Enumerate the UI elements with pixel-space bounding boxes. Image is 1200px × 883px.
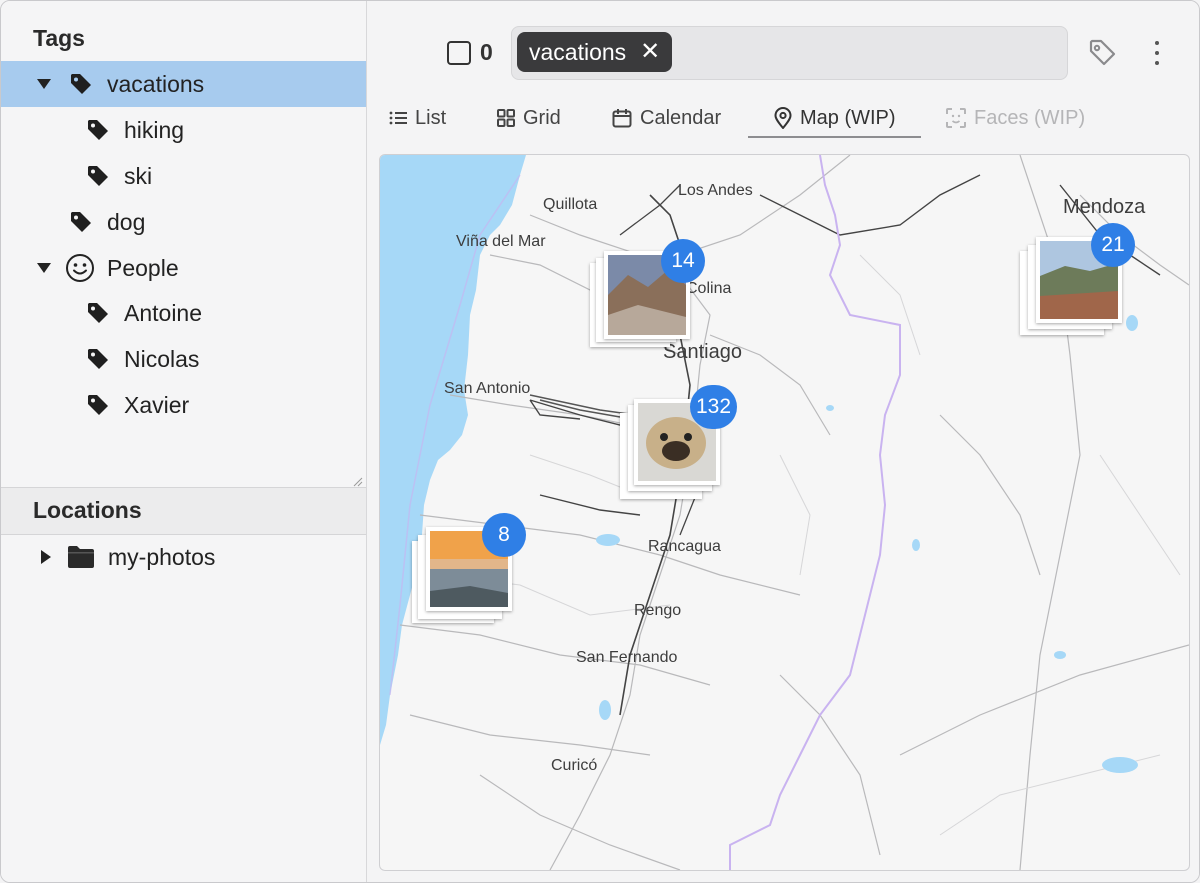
list-icon (389, 111, 407, 125)
cluster-count-badge: 132 (690, 385, 738, 429)
tab-label: Grid (523, 106, 561, 129)
tree-item-label: Nicolas (124, 345, 200, 372)
photo-cluster[interactable]: 14 (590, 239, 708, 355)
city-label: Rengo (634, 602, 682, 619)
locations-section-header: Locations (1, 487, 366, 535)
close-icon[interactable]: ✕ (640, 40, 660, 64)
tab-label: List (415, 106, 447, 129)
tab-label: Map (WIP) (800, 106, 896, 129)
tag-icon (88, 303, 108, 323)
city-label: Rancagua (648, 538, 721, 555)
city-label: Curicó (551, 757, 598, 774)
tree-item-label: hiking (124, 116, 185, 143)
map-pin-icon (774, 107, 792, 129)
calendar-icon (612, 109, 632, 128)
tag-icon (88, 120, 108, 140)
tab-label: Faces (WIP) (974, 106, 1086, 129)
tree-item-dog[interactable]: dog (1, 199, 366, 245)
tab-map[interactable]: Map (WIP) (774, 99, 896, 137)
tag-icon (88, 166, 108, 186)
city-label: San Antonio (444, 380, 531, 397)
app-window: Tags vacations hiking ski dog People Ant… (0, 0, 1200, 883)
tree-item-label: dog (107, 208, 146, 235)
tree-item-antoine[interactable]: Antoine (1, 290, 366, 336)
photo-cluster[interactable]: 8 (412, 513, 532, 627)
tag-icon (71, 212, 91, 232)
tag-outline-icon[interactable] (1087, 37, 1119, 69)
tree-item-vacations[interactable]: vacations (1, 61, 366, 107)
tree-item-hiking[interactable]: hiking (1, 107, 366, 153)
folder-icon (68, 546, 94, 568)
caret-right-icon[interactable] (39, 550, 53, 564)
smiley-icon (66, 254, 94, 282)
city-label: Los Andes (678, 182, 753, 199)
face-scan-icon (946, 108, 966, 128)
tree-item-my-photos[interactable]: my-photos (1, 534, 366, 580)
tab-grid[interactable]: Grid (497, 99, 561, 137)
caret-down-icon[interactable] (37, 77, 51, 91)
photo-cluster[interactable]: 21 (1020, 223, 1138, 337)
sidebar: Tags vacations hiking ski dog People Ant… (1, 1, 367, 882)
locations-section-title: Locations (33, 497, 142, 523)
tree-item-label: ski (124, 162, 153, 189)
more-vertical-icon[interactable] (1149, 37, 1165, 69)
tree-item-people[interactable]: People (1, 245, 366, 291)
city-label: Quillota (543, 196, 598, 213)
tree-item-label: vacations (107, 70, 205, 97)
tag-icon (71, 74, 91, 94)
tree-item-label: Antoine (124, 299, 203, 326)
tab-list[interactable]: List (389, 99, 446, 137)
tab-faces: Faces (WIP) (946, 99, 1085, 137)
tree-item-label: Xavier (124, 391, 190, 418)
photo-cluster[interactable]: 132 (620, 385, 740, 503)
search-chip-label: vacations (529, 38, 627, 65)
tree-item-label: my-photos (108, 543, 216, 570)
tree-item-nicolas[interactable]: Nicolas (1, 336, 366, 382)
caret-down-icon[interactable] (37, 261, 51, 275)
cluster-count-badge: 21 (1091, 223, 1135, 267)
tab-calendar[interactable]: Calendar (612, 99, 721, 137)
tag-icon (88, 349, 108, 369)
city-label: San Fernando (576, 649, 678, 666)
select-all-checkbox[interactable] (447, 41, 471, 65)
city-label: Mendoza (1063, 196, 1146, 218)
search-field[interactable]: vacations ✕ (511, 26, 1068, 80)
tree-item-ski[interactable]: ski (1, 153, 366, 199)
map-view[interactable]: Los Andes Quillota Mendoza Viña del Mar … (379, 154, 1190, 871)
main-panel: 0 vacations ✕ List Grid Calendar Map (WI… (367, 1, 1199, 882)
active-tab-indicator (748, 136, 921, 138)
tags-section-title: Tags (33, 25, 85, 51)
tag-icon (88, 395, 108, 415)
tab-label: Calendar (640, 106, 722, 129)
cluster-count-badge: 8 (482, 513, 526, 557)
grid-icon (497, 109, 515, 127)
city-label: Viña del Mar (456, 233, 546, 250)
cluster-count-badge: 14 (661, 239, 705, 283)
selected-count: 0 (480, 39, 493, 65)
resize-grip-icon[interactable] (353, 477, 363, 487)
tree-item-xavier[interactable]: Xavier (1, 382, 366, 428)
tree-item-label: People (107, 254, 179, 281)
search-chip[interactable]: vacations ✕ (517, 32, 673, 72)
